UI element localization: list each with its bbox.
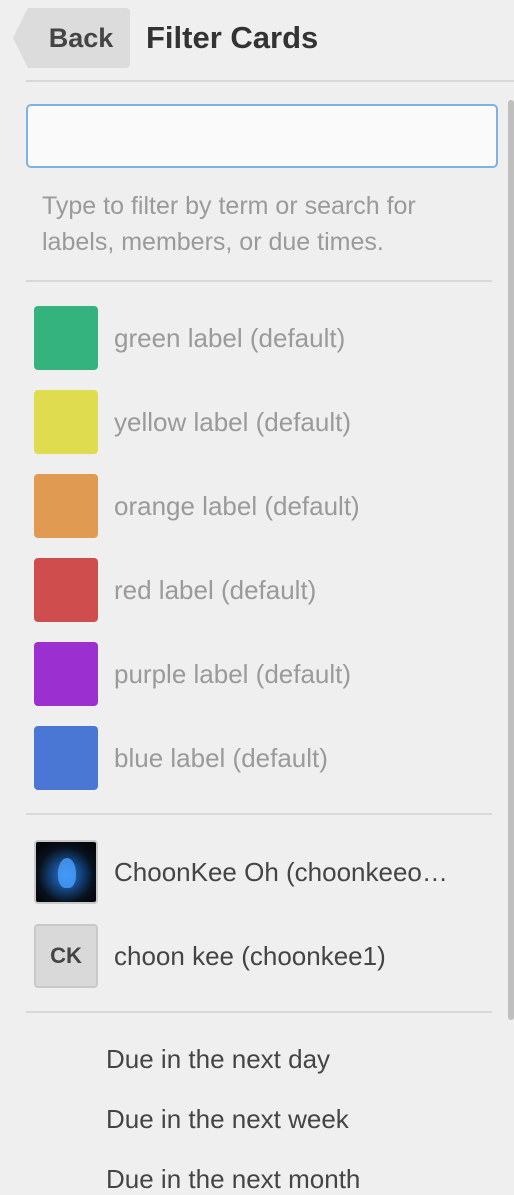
avatar-initials: CK	[34, 924, 98, 988]
label-name: purple label (default)	[114, 658, 352, 689]
member-item-choonkee-oh[interactable]: ChoonKee Oh (choonkeeo…	[34, 840, 482, 904]
label-swatch	[34, 474, 98, 538]
avatar	[34, 840, 98, 904]
due-next-week[interactable]: Due in the next week	[106, 1104, 349, 1135]
label-item-red[interactable]: red label (default)	[34, 558, 316, 622]
label-swatch	[34, 726, 98, 790]
search-hint: Type to filter by term or search for lab…	[42, 192, 416, 256]
due-next-day[interactable]: Due in the next day	[106, 1044, 330, 1075]
member-item-choon-kee[interactable]: CK choon kee (choonkee1)	[34, 924, 482, 988]
page-title: Filter Cards	[146, 20, 319, 55]
due-next-month[interactable]: Due in the next month	[106, 1164, 360, 1195]
label-swatch	[34, 390, 98, 454]
label-item-green[interactable]: green label (default)	[34, 306, 345, 370]
label-name: red label (default)	[114, 574, 317, 605]
back-button-label: Back	[48, 22, 114, 53]
header-divider	[26, 80, 514, 82]
label-name: blue label (default)	[114, 742, 328, 773]
label-swatch	[34, 558, 98, 622]
label-item-orange[interactable]: orange label (default)	[34, 474, 360, 538]
member-name: choon kee (choonkee1)	[114, 940, 386, 971]
labels-divider	[26, 813, 492, 815]
members-divider	[26, 1011, 492, 1013]
hint-divider	[26, 280, 492, 282]
label-name: yellow label (default)	[114, 406, 352, 437]
label-swatch	[34, 642, 98, 706]
label-name: green label (default)	[114, 322, 346, 353]
search-input[interactable]	[26, 104, 498, 168]
label-swatch	[34, 306, 98, 370]
member-name: ChoonKee Oh (choonkeeo…	[114, 856, 448, 887]
label-item-purple[interactable]: purple label (default)	[34, 642, 351, 706]
back-button[interactable]: Back	[13, 8, 130, 68]
scrollbar[interactable]	[508, 100, 514, 1020]
label-item-yellow[interactable]: yellow label (default)	[34, 390, 351, 454]
label-item-blue[interactable]: blue label (default)	[34, 726, 328, 790]
label-name: orange label (default)	[114, 490, 360, 521]
